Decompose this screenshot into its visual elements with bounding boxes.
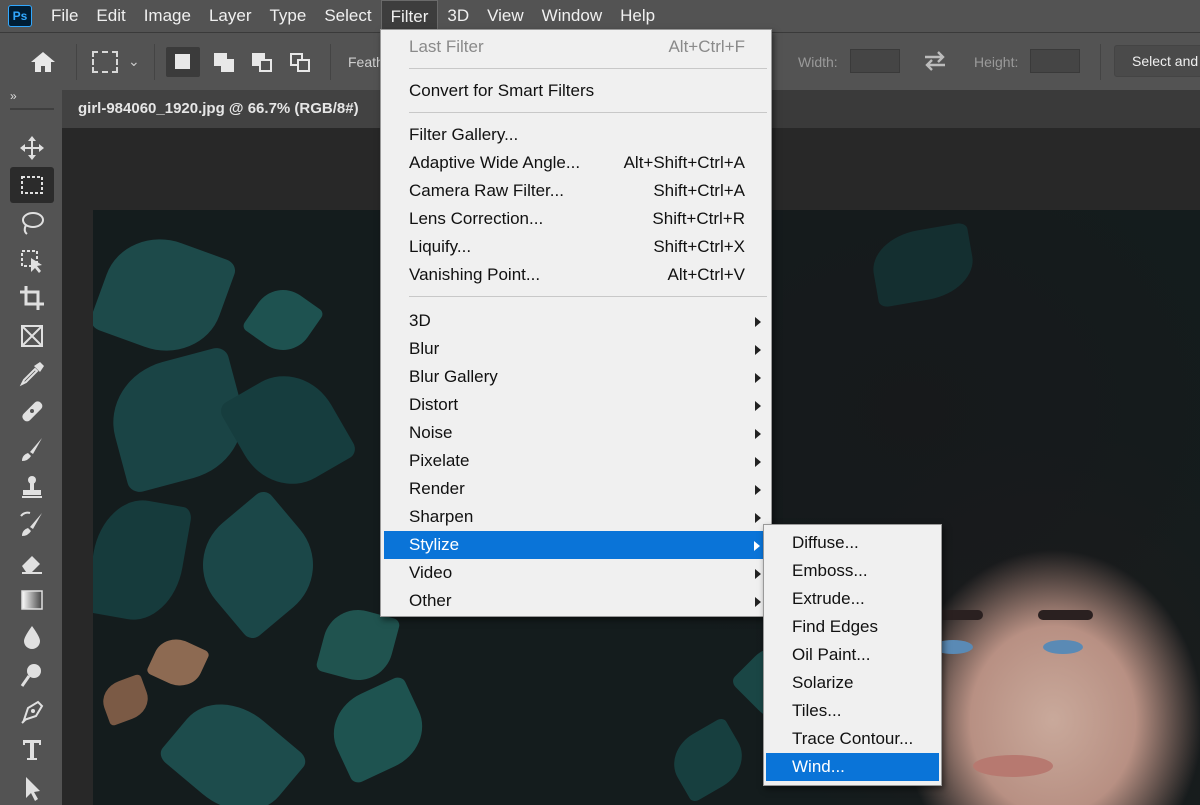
menu-item-emboss[interactable]: Emboss... — [764, 557, 941, 585]
submenu-arrow-icon — [755, 457, 761, 467]
menu-item-vanishing-point[interactable]: Vanishing Point... Alt+Ctrl+V — [381, 261, 771, 289]
tools-panel: » — [0, 90, 62, 805]
submenu-arrow-icon — [755, 429, 761, 439]
menu-window[interactable]: Window — [533, 0, 611, 32]
menu-bar: Ps File Edit Image Layer Type Select Fil… — [0, 0, 1200, 32]
lasso-tool-icon[interactable] — [10, 205, 54, 241]
healing-brush-tool-icon[interactable] — [10, 393, 54, 429]
menu-item-pixelate[interactable]: Pixelate — [381, 447, 771, 475]
feather-label: Feath — [348, 54, 384, 70]
frame-tool-icon[interactable] — [10, 318, 54, 354]
menu-filter[interactable]: Filter — [380, 0, 439, 32]
menu-type[interactable]: Type — [260, 0, 315, 32]
swap-icon[interactable] — [922, 49, 948, 78]
menu-item-solarize[interactable]: Solarize — [764, 669, 941, 697]
brush-tool-icon[interactable] — [10, 431, 54, 467]
menu-item-filter-gallery[interactable]: Filter Gallery... — [381, 121, 771, 149]
subtract-from-selection-icon[interactable] — [248, 47, 282, 77]
height-label: Height: — [974, 54, 1019, 70]
menu-item-other[interactable]: Other — [381, 587, 771, 615]
width-field[interactable] — [850, 49, 900, 73]
move-tool-icon[interactable] — [10, 130, 54, 166]
document-tab[interactable]: girl-984060_1920.jpg @ 66.7% (RGB/8#) — [62, 90, 392, 128]
submenu-arrow-icon — [755, 317, 761, 327]
menu-edit[interactable]: Edit — [87, 0, 134, 32]
history-brush-tool-icon[interactable] — [10, 506, 54, 542]
menu-item-find-edges[interactable]: Find Edges — [764, 613, 941, 641]
submenu-arrow-icon — [755, 485, 761, 495]
gradient-tool-icon[interactable] — [10, 582, 54, 618]
submenu-arrow-icon — [755, 401, 761, 411]
submenu-arrow-icon — [755, 345, 761, 355]
menu-item-wind[interactable]: Wind... — [766, 753, 939, 781]
submenu-arrow-icon — [755, 513, 761, 523]
menu-help[interactable]: Help — [611, 0, 664, 32]
home-icon[interactable] — [30, 51, 56, 78]
stylize-submenu: Diffuse... Emboss... Extrude... Find Edg… — [763, 524, 942, 786]
eyedropper-tool-icon[interactable] — [10, 356, 54, 392]
menu-file[interactable]: File — [42, 0, 87, 32]
clone-stamp-tool-icon[interactable] — [10, 469, 54, 505]
rectangular-marquee-tool-icon[interactable] — [10, 167, 54, 203]
crop-tool-icon[interactable] — [10, 280, 54, 316]
menu-item-blur[interactable]: Blur — [381, 335, 771, 363]
marquee-preset-icon[interactable] — [92, 51, 118, 73]
menu-item-trace-contour[interactable]: Trace Contour... — [764, 725, 941, 753]
submenu-arrow-icon — [755, 373, 761, 383]
blur-tool-icon[interactable] — [10, 619, 54, 655]
menu-item-diffuse[interactable]: Diffuse... — [764, 529, 941, 557]
menu-item-noise[interactable]: Noise — [381, 419, 771, 447]
menu-layer[interactable]: Layer — [200, 0, 261, 32]
menu-item-blur-gallery[interactable]: Blur Gallery — [381, 363, 771, 391]
menu-select[interactable]: Select — [315, 0, 380, 32]
height-field[interactable] — [1030, 49, 1080, 73]
object-selection-tool-icon[interactable] — [10, 243, 54, 279]
menu-item-oil-paint[interactable]: Oil Paint... — [764, 641, 941, 669]
menu-item-render[interactable]: Render — [381, 475, 771, 503]
submenu-arrow-icon — [755, 597, 761, 607]
menu-item-sharpen[interactable]: Sharpen — [381, 503, 771, 531]
intersect-selection-icon[interactable] — [286, 47, 320, 77]
menu-item-liquify[interactable]: Liquify... Shift+Ctrl+X — [381, 233, 771, 261]
menu-item-3d[interactable]: 3D — [381, 307, 771, 335]
dodge-tool-icon[interactable] — [10, 657, 54, 693]
filter-menu: Last Filter Alt+Ctrl+F Convert for Smart … — [380, 29, 772, 617]
type-tool-icon[interactable] — [10, 732, 54, 768]
menu-image[interactable]: Image — [135, 0, 200, 32]
menu-separator — [409, 68, 767, 69]
path-selection-tool-icon[interactable] — [10, 770, 54, 805]
submenu-arrow-icon — [754, 541, 760, 551]
menu-view[interactable]: View — [478, 0, 533, 32]
new-selection-icon[interactable] — [166, 47, 200, 77]
photoshop-window: Ps File Edit Image Layer Type Select Fil… — [0, 0, 1200, 805]
collapse-panel-icon[interactable]: » — [0, 90, 62, 106]
width-label: Width: — [798, 54, 838, 70]
add-to-selection-icon[interactable] — [210, 47, 244, 77]
menu-item-stylize[interactable]: Stylize — [384, 531, 770, 559]
menu-3d[interactable]: 3D — [438, 0, 478, 32]
menu-item-convert-for-smart-filters[interactable]: Convert for Smart Filters — [381, 77, 771, 105]
menu-item-lens-correction[interactable]: Lens Correction... Shift+Ctrl+R — [381, 205, 771, 233]
chevron-down-icon[interactable]: ⌄ — [128, 53, 140, 70]
menu-item-adaptive-wide-angle[interactable]: Adaptive Wide Angle... Alt+Shift+Ctrl+A — [381, 149, 771, 177]
select-and-mask-button[interactable]: Select and — [1114, 45, 1200, 77]
photoshop-logo: Ps — [8, 5, 32, 27]
menu-separator — [409, 112, 767, 113]
menu-item-extrude[interactable]: Extrude... — [764, 585, 941, 613]
menu-separator — [409, 296, 767, 297]
menu-item-distort[interactable]: Distort — [381, 391, 771, 419]
submenu-arrow-icon — [755, 569, 761, 579]
menu-item-last-filter: Last Filter Alt+Ctrl+F — [409, 37, 745, 56]
menu-item-video[interactable]: Video — [381, 559, 771, 587]
menu-item-tiles[interactable]: Tiles... — [764, 697, 941, 725]
eraser-tool-icon[interactable] — [10, 544, 54, 580]
pen-tool-icon[interactable] — [10, 694, 54, 730]
menu-item-camera-raw-filter[interactable]: Camera Raw Filter... Shift+Ctrl+A — [381, 177, 771, 205]
